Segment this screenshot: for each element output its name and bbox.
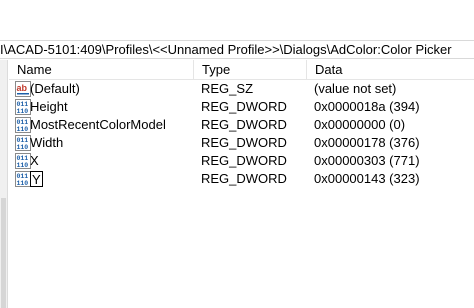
column-header-type[interactable]: Type bbox=[193, 60, 306, 79]
svg-text:110: 110 bbox=[17, 162, 29, 169]
string-value-icon: ab bbox=[15, 81, 31, 97]
list-item-width[interactable]: 011 110 Width REG_DWORD 0x00000178 (376) bbox=[9, 134, 474, 152]
value-data: 0x00000303 (771) bbox=[314, 153, 420, 168]
svg-text:011: 011 bbox=[17, 173, 29, 180]
value-name: Width bbox=[30, 135, 64, 150]
column-header: Name Type Data bbox=[9, 60, 474, 80]
svg-text:110: 110 bbox=[17, 180, 29, 187]
value-name: X bbox=[30, 153, 39, 168]
binary-value-icon: 011 110 bbox=[15, 135, 31, 151]
list-item-height[interactable]: 011 110 Height REG_DWORD 0x0000018a (394… bbox=[9, 98, 474, 116]
list-item-y[interactable]: 011 110 Y REG_DWORD 0x00000143 (323) bbox=[9, 170, 474, 188]
value-type: REG_DWORD bbox=[201, 117, 287, 132]
tree-scrollbar-thumb[interactable] bbox=[1, 198, 6, 308]
value-data: 0x00000000 (0) bbox=[314, 117, 406, 132]
list-item-default[interactable]: ab (Default) REG_SZ (value not set) bbox=[9, 80, 474, 98]
value-data: 0x0000018a (394) bbox=[314, 99, 420, 114]
list-item-mostrecentcolormodel[interactable]: 011 110 MostRecentColorModel REG_DWORD 0… bbox=[9, 116, 474, 134]
tree-pane-edge bbox=[0, 60, 8, 308]
svg-text:110: 110 bbox=[17, 126, 29, 133]
rename-edit-box[interactable]: Y bbox=[30, 171, 43, 187]
list-item-x[interactable]: 011 110 X REG_DWORD 0x00000303 (771) bbox=[9, 152, 474, 170]
value-type: REG_SZ bbox=[201, 81, 254, 96]
top-empty-area bbox=[0, 0, 474, 40]
value-type: REG_DWORD bbox=[201, 171, 287, 186]
value-type: REG_DWORD bbox=[201, 135, 287, 150]
column-header-data[interactable]: Data bbox=[306, 60, 474, 79]
svg-text:011: 011 bbox=[17, 137, 29, 144]
value-data: (value not set) bbox=[314, 81, 397, 96]
binary-value-icon: 011 110 bbox=[15, 171, 31, 187]
value-name: Height bbox=[30, 99, 68, 114]
value-type: REG_DWORD bbox=[201, 153, 287, 168]
value-name: (Default) bbox=[30, 81, 80, 96]
svg-text:110: 110 bbox=[17, 108, 29, 115]
value-data: 0x00000178 (376) bbox=[314, 135, 420, 150]
svg-text:110: 110 bbox=[17, 144, 29, 151]
binary-value-icon: 011 110 bbox=[15, 153, 31, 169]
binary-value-icon: 011 110 bbox=[15, 117, 31, 133]
svg-text:011: 011 bbox=[17, 119, 29, 126]
svg-text:ab: ab bbox=[17, 83, 28, 93]
column-header-name[interactable]: Name bbox=[9, 60, 193, 79]
values-list[interactable]: Name Type Data ab (Default) REG_SZ (valu… bbox=[9, 60, 474, 308]
svg-text:011: 011 bbox=[17, 155, 29, 162]
value-name: MostRecentColorModel bbox=[30, 117, 166, 132]
value-type: REG_DWORD bbox=[201, 99, 287, 114]
value-data: 0x00000143 (323) bbox=[314, 171, 420, 186]
svg-text:011: 011 bbox=[17, 101, 29, 108]
address-bar[interactable]: I\ACAD-5101:409\Profiles\<<Unnamed Profi… bbox=[0, 40, 474, 59]
binary-value-icon: 011 110 bbox=[15, 99, 31, 115]
address-path: I\ACAD-5101:409\Profiles\<<Unnamed Profi… bbox=[0, 42, 452, 57]
